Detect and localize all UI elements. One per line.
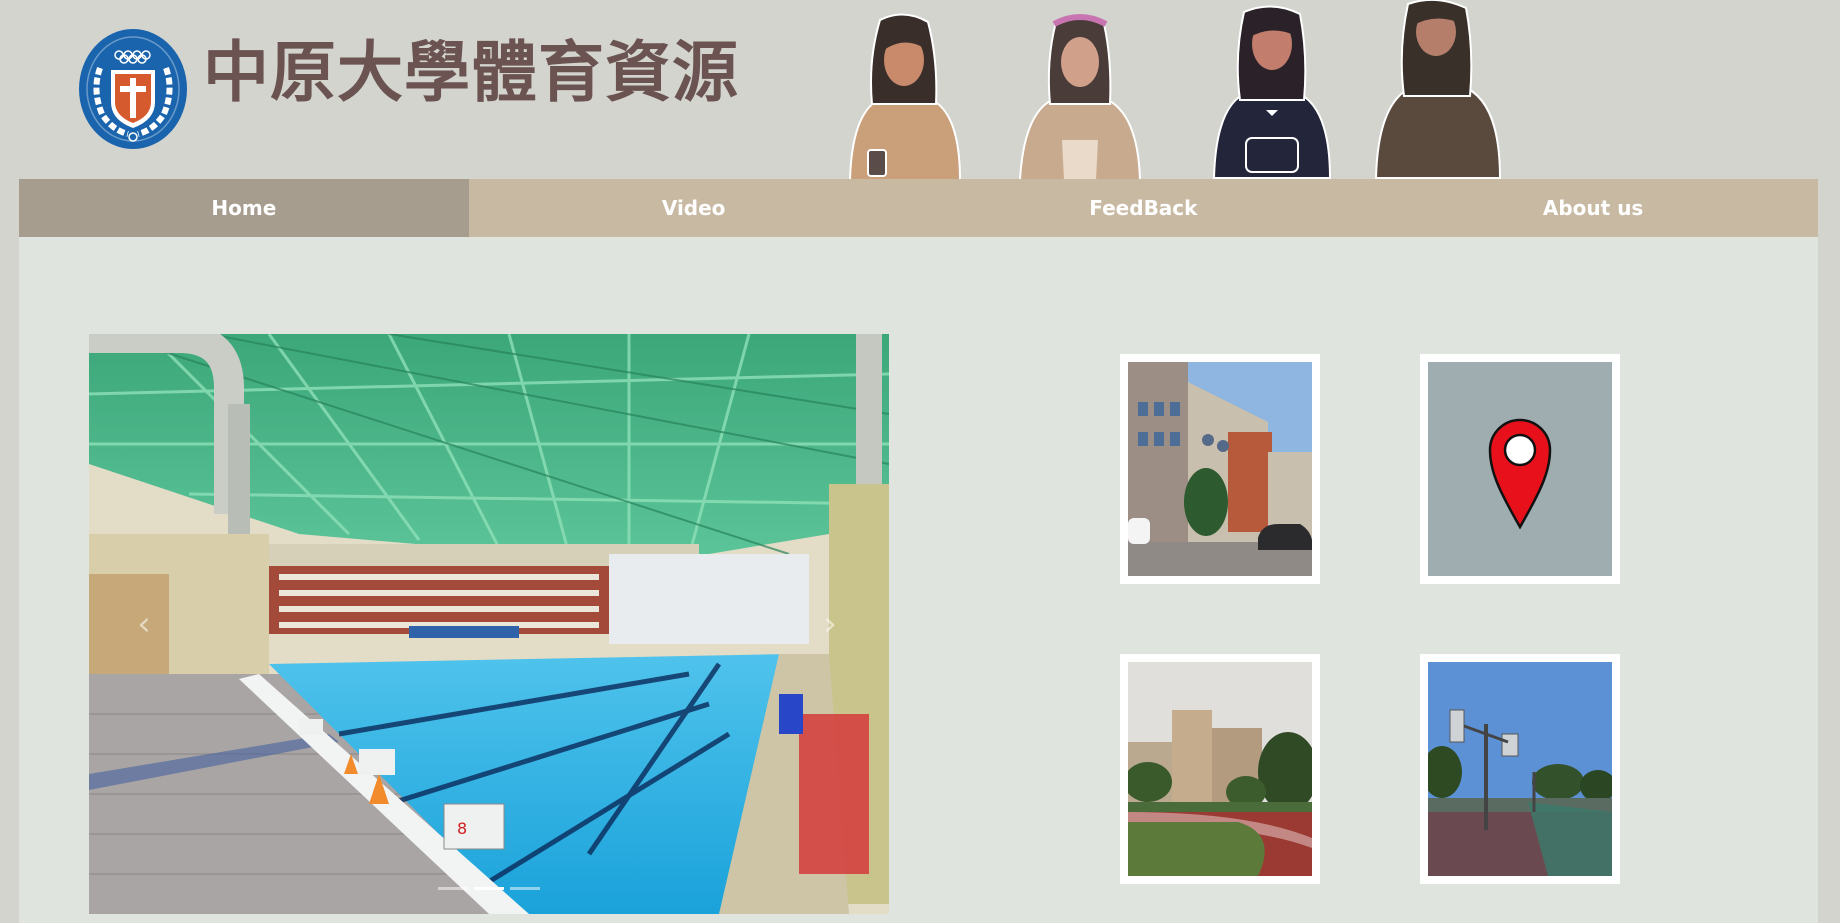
main-content: 8 ‹ › <box>19 237 1818 923</box>
chevron-right-icon[interactable]: › <box>815 604 845 644</box>
site-header: 中原大學體育資源 <box>0 0 1840 181</box>
basketball-court-photo-icon <box>1428 662 1612 876</box>
nav-item-feedback[interactable]: FeedBack <box>919 179 1369 237</box>
carousel-indicator[interactable] <box>510 887 540 890</box>
site-title: 中原大學體育資源 <box>203 34 739 111</box>
nav-item-label: Home <box>211 196 277 220</box>
illustrated-girl-3-icon <box>1212 5 1332 179</box>
swimming-pool-photo: 8 <box>89 334 889 914</box>
chevron-left-icon[interactable]: ‹ <box>129 604 159 644</box>
nav-item-label: About us <box>1542 196 1644 220</box>
nav-item-about-us[interactable]: About us <box>1368 179 1818 237</box>
track-field-photo-icon <box>1128 662 1312 876</box>
map-pin-icon <box>1428 362 1612 576</box>
main-nav: Home Video FeedBack About us <box>19 179 1818 237</box>
tile-map[interactable] <box>1420 354 1620 584</box>
illustrated-girl-4-icon <box>1374 0 1502 179</box>
carousel-indicator-active[interactable] <box>474 887 504 890</box>
tile-basketball-court[interactable] <box>1420 654 1620 884</box>
carousel-indicators <box>89 887 889 890</box>
nav-item-label: Video <box>661 196 726 220</box>
illustrated-girl-1-icon <box>848 13 962 181</box>
nav-item-home[interactable]: Home <box>19 179 469 237</box>
nav-item-video[interactable]: Video <box>469 179 919 237</box>
university-emblem-icon[interactable] <box>78 28 188 151</box>
svg-text:8: 8 <box>457 819 467 838</box>
page: 中原大學體育資源 Home Video FeedBack About us 8 … <box>0 0 1840 923</box>
tile-building[interactable] <box>1120 354 1320 584</box>
image-carousel[interactable]: 8 ‹ › <box>89 334 889 914</box>
nav-item-label: FeedBack <box>1089 196 1198 220</box>
tile-track-field[interactable] <box>1120 654 1320 884</box>
carousel-indicator[interactable] <box>438 887 468 890</box>
building-photo-icon <box>1128 362 1312 576</box>
illustrated-girl-2-icon <box>1018 14 1142 181</box>
